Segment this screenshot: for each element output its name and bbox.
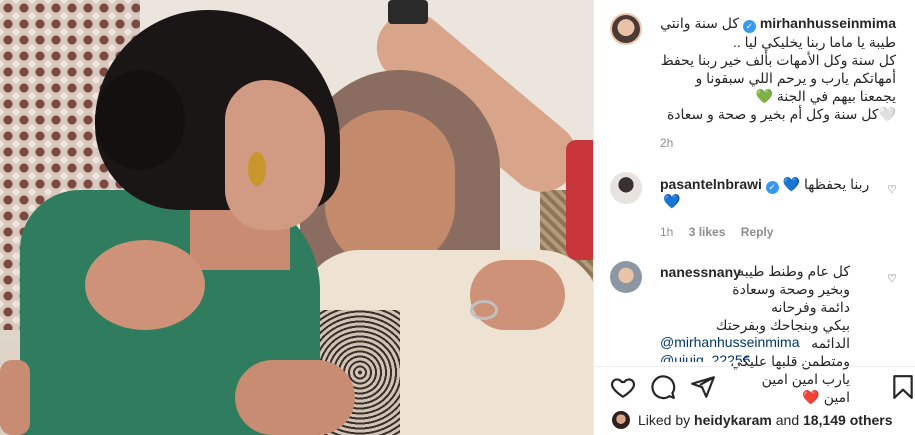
bracelet [470, 300, 498, 320]
likes-and: and [775, 412, 800, 428]
verified-icon: ✓ [765, 181, 779, 194]
phone-in-hand [388, 0, 428, 24]
commenter-avatar[interactable] [610, 261, 642, 293]
author-username[interactable]: mirhanhusseinmima [760, 15, 896, 31]
likes-summary: Liked by heidykaram and 18,149 others [638, 412, 893, 428]
comment-meta: 1h 3 likes Reply [660, 225, 785, 239]
post-photo[interactable] [0, 0, 593, 435]
likes-count[interactable]: 18,149 others [803, 412, 893, 428]
comment-emoji: 💙 [663, 193, 681, 209]
shoulder [85, 240, 205, 330]
commenter-avatar[interactable] [610, 172, 642, 204]
mention-link[interactable]: @uiuig_22256 [660, 352, 751, 362]
reply-button[interactable]: Reply [741, 225, 774, 239]
hand [0, 360, 30, 435]
liker-username[interactable]: heidykaram [694, 412, 772, 428]
liker-avatar[interactable] [612, 411, 630, 429]
bookmark-icon[interactable] [890, 374, 915, 400]
verified-icon: ✓ [742, 20, 756, 33]
action-bar [610, 374, 716, 400]
commenter-username[interactable]: pasantelnbrawi [660, 176, 762, 192]
earring [248, 152, 266, 186]
comment-icon[interactable] [650, 374, 676, 400]
caption-text: كل سنة وانتي طيبة يا ماما ربنا يخليكي لي… [660, 15, 896, 122]
comment-time[interactable]: 1h [660, 225, 673, 239]
daughter-face [225, 80, 325, 230]
heart-icon[interactable]: ♡ [887, 183, 897, 196]
comment-likes[interactable]: 3 likes [689, 225, 726, 239]
post-time[interactable]: 2h [660, 136, 673, 150]
share-icon[interactable] [690, 374, 716, 400]
heart-icon[interactable]: ♡ [887, 272, 897, 285]
heart-icon[interactable] [610, 374, 636, 400]
divider [593, 366, 915, 367]
post-caption: mirhanhusseinmima ✓ كل سنة وانتي طيبة يا… [660, 14, 896, 123]
comment-1: pasantelnbrawi ✓ ربنا يحفظها 💙 [660, 176, 869, 194]
likes-prefix: Liked by [638, 412, 691, 428]
red-sleeve [566, 140, 593, 260]
hair-bun [95, 70, 185, 170]
comment-text: ربنا يحفظها 💙 [782, 176, 870, 192]
author-avatar[interactable] [610, 13, 642, 45]
mother-face [325, 110, 455, 270]
hand [235, 360, 355, 435]
mention-link[interactable]: @mirhanhusseinmima [660, 334, 799, 350]
